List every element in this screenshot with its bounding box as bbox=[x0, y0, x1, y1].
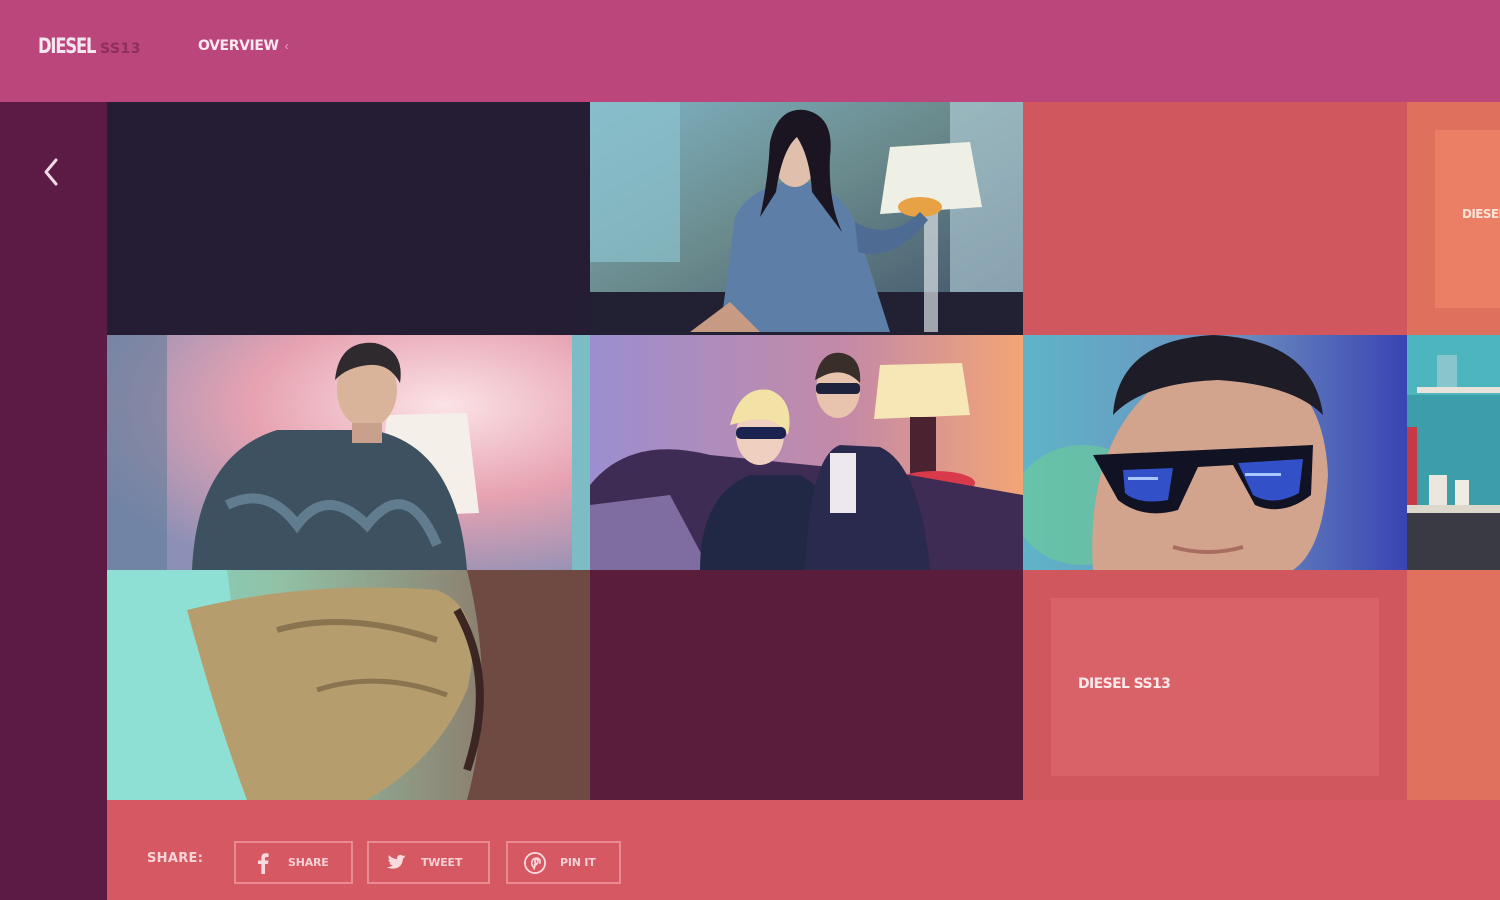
brand-logo[interactable]: DIESEL SS13 bbox=[38, 34, 141, 58]
chevron-left-icon bbox=[44, 158, 58, 186]
brand-season: SS13 bbox=[100, 41, 142, 57]
photo-couple-sofa bbox=[590, 335, 1023, 570]
share-bar: SHARE: SHARE TWEET PIN IT bbox=[107, 800, 1500, 900]
orange-tile-top[interactable]: DIESEL bbox=[1407, 102, 1500, 335]
photo-hand-closeup bbox=[107, 570, 590, 800]
twitter-share-label: TWEET bbox=[421, 856, 463, 869]
pinterest-icon bbox=[524, 851, 546, 874]
photo-tile-shelf[interactable] bbox=[1407, 335, 1500, 570]
photo-tile-man-sunglasses[interactable] bbox=[1023, 335, 1407, 570]
dark-tile bbox=[107, 102, 590, 335]
top-header: DIESEL SS13 OVERVIEW ‹ bbox=[0, 0, 1500, 102]
twitter-icon bbox=[385, 852, 407, 874]
photo-tile-couple-sofa[interactable] bbox=[590, 335, 1023, 570]
maroon-tile bbox=[590, 570, 1023, 800]
share-label: SHARE: bbox=[147, 851, 204, 866]
orange-tile-bottom bbox=[1407, 570, 1500, 800]
facebook-share-button[interactable]: SHARE bbox=[234, 841, 353, 884]
photo-man-sunglasses bbox=[1023, 335, 1407, 570]
facebook-icon bbox=[252, 852, 274, 874]
facebook-share-label: SHARE bbox=[288, 856, 329, 869]
back-button[interactable] bbox=[36, 152, 70, 192]
feature-tile[interactable]: DIESEL SS13 bbox=[1023, 570, 1407, 800]
pinterest-share-label: PIN IT bbox=[560, 856, 596, 869]
photo-man-sweater bbox=[107, 335, 590, 570]
left-sidebar bbox=[0, 102, 107, 900]
overview-label: OVERVIEW bbox=[198, 38, 279, 54]
twitter-share-button[interactable]: TWEET bbox=[367, 841, 490, 884]
chevron-left-small-icon: ‹ bbox=[284, 39, 289, 53]
photo-tile-hand-closeup[interactable] bbox=[107, 570, 590, 800]
feature-tile-label: DIESEL SS13 bbox=[1078, 676, 1171, 692]
photo-shelf bbox=[1407, 335, 1500, 570]
photo-tile-man-sweater[interactable] bbox=[107, 335, 590, 570]
photo-tile-woman-denim[interactable] bbox=[590, 102, 1023, 335]
orange-tile-label: DIESEL bbox=[1462, 207, 1500, 221]
overview-nav-link[interactable]: OVERVIEW ‹ bbox=[198, 38, 289, 54]
brand-name: DIESEL bbox=[38, 34, 96, 58]
coral-tile bbox=[1023, 102, 1407, 335]
feature-tile-inner: DIESEL SS13 bbox=[1051, 598, 1379, 776]
photo-woman-denim bbox=[590, 102, 1023, 335]
pinterest-share-button[interactable]: PIN IT bbox=[506, 841, 621, 884]
